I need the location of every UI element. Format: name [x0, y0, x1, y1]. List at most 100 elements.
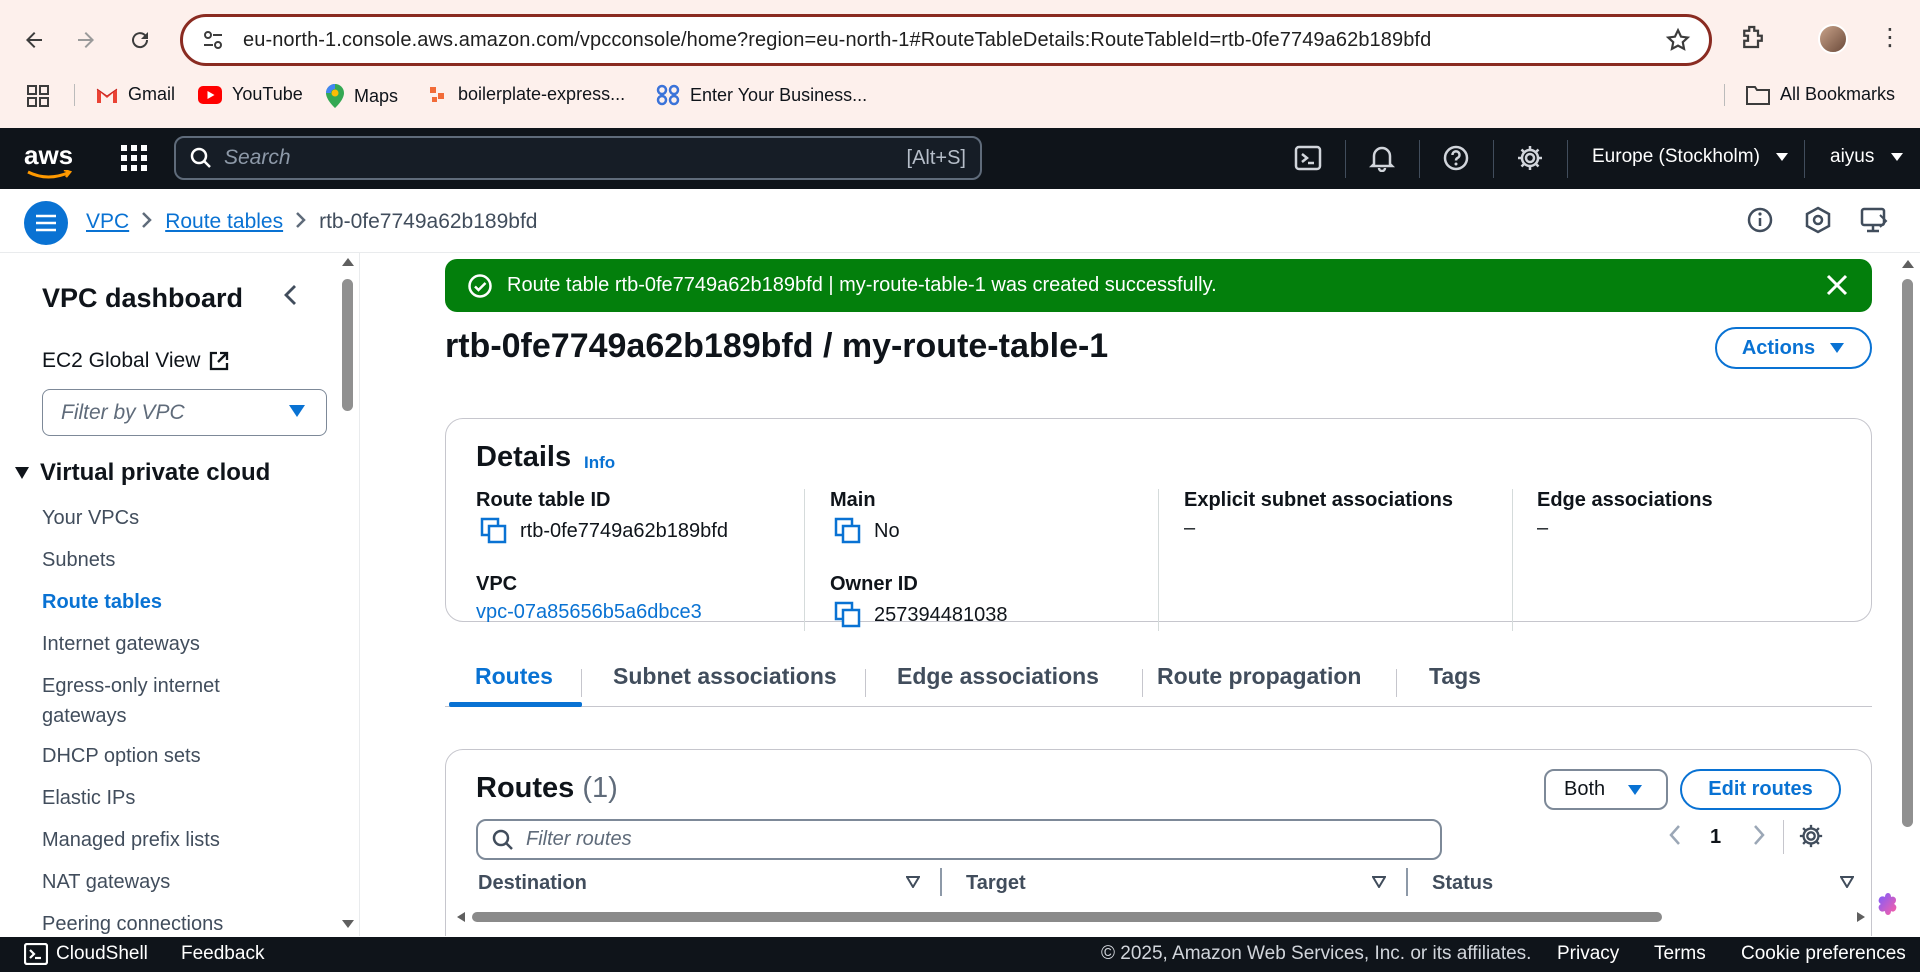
details-column-2: Main No Owner ID 257394481038	[830, 489, 1170, 631]
forward-icon[interactable]	[68, 22, 104, 58]
page-title: rtb-0fe7749a62b189bfd / my-route-table-1	[445, 327, 1109, 365]
all-bookmarks[interactable]: All Bookmarks	[1746, 84, 1895, 105]
terms-link[interactable]: Terms	[1654, 943, 1706, 965]
tab-tags[interactable]: Tags	[1429, 663, 1481, 690]
bookmark-boilerplate[interactable]: boilerplate-express...	[428, 84, 625, 105]
cloudshell-icon[interactable]	[1294, 144, 1322, 177]
caret-down-icon	[1776, 153, 1789, 161]
tab-routes[interactable]: Routes	[475, 663, 553, 690]
amazon-q-assistant-icon[interactable]	[1872, 890, 1904, 922]
next-page-icon[interactable]	[1752, 824, 1766, 852]
sort-caret-icon[interactable]	[906, 876, 920, 888]
bookmark-youtube[interactable]: YouTube	[198, 84, 303, 105]
aws-logo[interactable]: aws	[24, 140, 73, 179]
reload-icon[interactable]	[122, 22, 158, 58]
site-settings-icon[interactable]	[183, 29, 243, 51]
bookmark-enter-business[interactable]: Enter Your Business...	[656, 84, 867, 106]
sidebar-scroll-thumb[interactable]	[342, 279, 353, 411]
main-scroll-thumb[interactable]	[1902, 279, 1913, 827]
chevron-right-icon	[141, 209, 153, 235]
filter-routes-placeholder: Filter routes	[526, 828, 632, 850]
filter-routes-input[interactable]: Filter routes	[476, 819, 1442, 860]
sidebar-item-egress-only-internet-gateways[interactable]: Egress-only internet gateways	[42, 671, 272, 731]
sidebar-item-dhcp-option-sets[interactable]: DHCP option sets	[42, 741, 201, 771]
bookmark-label: Enter Your Business...	[690, 84, 868, 105]
sidebar-item-internet-gateways[interactable]: Internet gateways	[42, 629, 200, 659]
column-header-target[interactable]: Target	[966, 872, 1026, 895]
main-value: No	[834, 517, 900, 545]
copy-icon[interactable]	[480, 517, 508, 545]
prev-page-icon[interactable]	[1668, 824, 1682, 852]
screen-feedback-icon[interactable]	[1860, 206, 1890, 239]
copy-icon[interactable]	[834, 601, 862, 629]
details-column-3: Explicit subnet associations –	[1184, 489, 1524, 631]
feedback-link[interactable]: Feedback	[181, 943, 264, 965]
search-placeholder: Search	[224, 146, 291, 169]
details-divider	[1512, 489, 1513, 631]
breadcrumb-vpc[interactable]: VPC	[86, 210, 129, 234]
cookie-preferences-link[interactable]: Cookie preferences	[1741, 943, 1906, 965]
help-icon[interactable]	[1442, 144, 1470, 177]
vpc-link[interactable]: vpc-07a85656b5a6dbce3	[476, 601, 702, 624]
cloudshell-footer-button[interactable]: CloudShell	[24, 943, 148, 965]
collapse-sidebar-icon[interactable]	[282, 283, 298, 314]
scroll-up-icon[interactable]	[1901, 259, 1915, 269]
edge-associations-label: Edge associations	[1537, 489, 1713, 511]
extensions-icon[interactable]	[1738, 22, 1768, 57]
browser-menu-icon[interactable]: ⋮	[1878, 24, 1902, 52]
breadcrumb-route-tables[interactable]: Route tables	[165, 210, 283, 234]
bookmark-gmail[interactable]: Gmail	[96, 84, 175, 105]
info-icon[interactable]	[1746, 206, 1774, 239]
sidebar-item-nat-gateways[interactable]: NAT gateways	[42, 867, 170, 897]
maps-icon	[326, 84, 344, 108]
sidebar-item-peering-connections[interactable]: Peering connections	[42, 909, 223, 936]
region-selector[interactable]: Europe (Stockholm)	[1592, 146, 1789, 168]
user-menu[interactable]: aiyus	[1830, 146, 1904, 168]
details-divider	[1158, 489, 1159, 631]
filter-by-vpc-select[interactable]: Filter by VPC	[42, 389, 327, 436]
search-shortcut: [Alt+S]	[906, 146, 966, 169]
back-icon[interactable]	[16, 22, 52, 58]
column-header-status[interactable]: Status	[1432, 872, 1493, 895]
bookmark-star-icon[interactable]	[1665, 27, 1691, 58]
tab-route-propagation[interactable]: Route propagation	[1157, 663, 1361, 690]
privacy-link[interactable]: Privacy	[1557, 943, 1619, 965]
apps-grid-icon[interactable]	[26, 84, 50, 108]
aws-search-input[interactable]: Search [Alt+S]	[174, 136, 982, 180]
horizontal-scroll-thumb[interactable]	[472, 912, 1662, 922]
profile-avatar[interactable]	[1818, 24, 1848, 54]
sort-caret-icon[interactable]	[1840, 876, 1854, 888]
column-header-destination[interactable]: Destination	[478, 872, 587, 895]
sidebar-item-route-tables[interactable]: Route tables	[42, 587, 162, 617]
resources-hexagon-icon[interactable]	[1804, 206, 1832, 239]
success-flashbar: Route table rtb-0fe7749a62b189bfd | my-r…	[445, 259, 1872, 312]
main-text: No	[874, 519, 900, 542]
active-tab-indicator	[449, 702, 582, 707]
sidebar-item-your-vpcs[interactable]: Your VPCs	[42, 503, 139, 533]
settings-gear-icon[interactable]	[1516, 144, 1544, 177]
tab-subnet-associations[interactable]: Subnet associations	[613, 663, 837, 690]
actions-button[interactable]: Actions	[1715, 327, 1872, 369]
sidebar-item-subnets[interactable]: Subnets	[42, 545, 115, 575]
sort-caret-icon[interactable]	[1372, 876, 1386, 888]
current-page[interactable]: 1	[1710, 826, 1721, 849]
tab-edge-associations[interactable]: Edge associations	[897, 663, 1099, 690]
route-filter-select[interactable]: Both	[1544, 769, 1668, 810]
actions-label: Actions	[1741, 336, 1816, 359]
table-preferences-gear-icon[interactable]	[1798, 823, 1824, 855]
sidebar-section-virtual-private-cloud[interactable]: Virtual private cloud	[14, 459, 270, 487]
services-grid-icon[interactable]	[120, 144, 148, 177]
details-column-4: Edge associations –	[1537, 489, 1877, 631]
close-icon[interactable]	[1824, 272, 1850, 298]
sidebar-item-managed-prefix-lists[interactable]: Managed prefix lists	[42, 825, 220, 855]
info-link[interactable]: Info	[584, 453, 615, 473]
bookmark-maps[interactable]: Maps	[326, 84, 398, 108]
navigation-menu-icon[interactable]	[24, 201, 68, 245]
address-bar[interactable]: eu-north-1.console.aws.amazon.com/vpccon…	[180, 14, 1712, 66]
breadcrumb: VPC Route tables rtb-0fe7749a62b189bfd	[86, 209, 537, 235]
notifications-bell-icon[interactable]	[1368, 144, 1396, 177]
edit-routes-button[interactable]: Edit routes	[1680, 769, 1841, 810]
copy-icon[interactable]	[834, 517, 862, 545]
sidebar-item-ec2-global-view[interactable]: EC2 Global View	[42, 349, 230, 373]
sidebar-item-elastic-ips[interactable]: Elastic IPs	[42, 783, 135, 813]
